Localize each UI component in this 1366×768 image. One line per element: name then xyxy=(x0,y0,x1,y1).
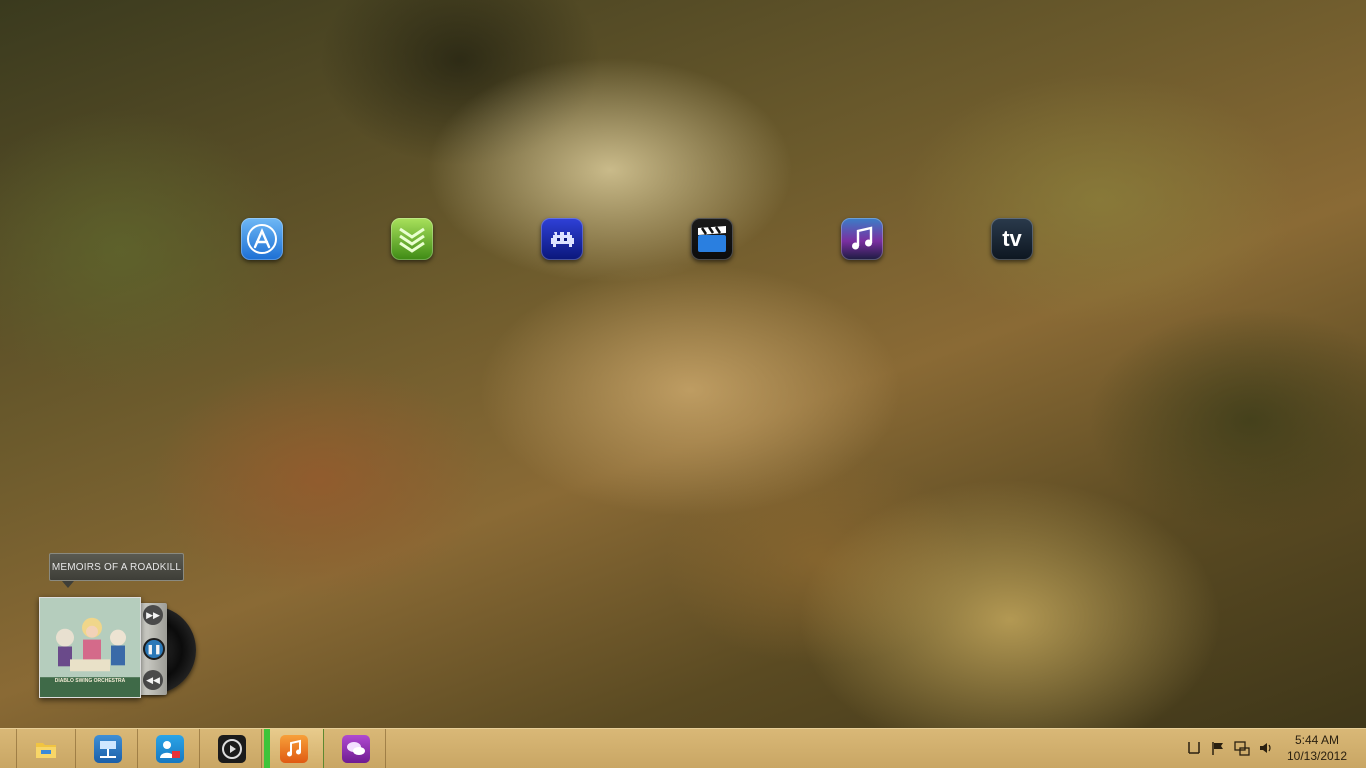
previous-track-button[interactable]: ◀◀ xyxy=(143,670,163,690)
taskbar-media-player-button[interactable] xyxy=(202,729,262,768)
taskbar xyxy=(0,728,1366,768)
fast-forward-icon: ▶▶ xyxy=(146,609,160,620)
album-band-text: DIABLO SWING ORCHESTRA xyxy=(54,678,126,684)
flag-icon[interactable] xyxy=(1210,740,1226,756)
taskbar-file-explorer-button[interactable] xyxy=(16,729,76,768)
tv-label: tv xyxy=(1002,226,1022,251)
stacks-download-icon[interactable] xyxy=(391,218,433,260)
track-title: MEMOIRS OF A ROADKILL xyxy=(51,561,182,573)
now-playing-tooltip: MEMOIRS OF A ROADKILL xyxy=(49,553,184,581)
taskbar-grip xyxy=(0,729,17,768)
taskbar-chat-button[interactable] xyxy=(326,729,386,768)
rewind-icon: ◀◀ xyxy=(146,674,160,685)
network-icon xyxy=(93,734,122,763)
clock-time: 5:44 AM xyxy=(1294,733,1340,747)
volume-icon[interactable] xyxy=(1258,740,1274,756)
clock-date: 10/13/2012 xyxy=(1286,749,1348,763)
file-explorer-icon xyxy=(32,735,60,763)
album-art[interactable]: DIABLO SWING ORCHESTRA xyxy=(39,597,141,698)
itunes-icon xyxy=(279,734,308,763)
taskbar-clock[interactable]: 5:44 AM 10/13/2012 xyxy=(1282,732,1352,766)
next-track-button[interactable]: ▶▶ xyxy=(143,605,163,625)
taskbar-people-button[interactable] xyxy=(140,729,200,768)
taskbar-network-button[interactable] xyxy=(78,729,138,768)
chat-icon xyxy=(341,734,370,763)
people-icon xyxy=(155,734,184,763)
media-player-icon xyxy=(217,734,246,763)
space-invader-icon[interactable] xyxy=(541,218,583,260)
pin-icon[interactable] xyxy=(1186,740,1202,756)
movie-clapper-icon[interactable] xyxy=(691,218,733,260)
pause-button[interactable]: ❚❚ xyxy=(143,638,165,660)
itunes-music-icon[interactable] xyxy=(841,218,883,260)
pause-icon: ❚❚ xyxy=(146,643,162,654)
tv-app-icon[interactable]: tv xyxy=(991,218,1033,260)
app-store-icon[interactable] xyxy=(241,218,283,260)
taskbar-itunes-button[interactable] xyxy=(264,729,324,768)
tooltip-arrow xyxy=(62,581,74,588)
network-status-icon[interactable] xyxy=(1234,740,1250,756)
